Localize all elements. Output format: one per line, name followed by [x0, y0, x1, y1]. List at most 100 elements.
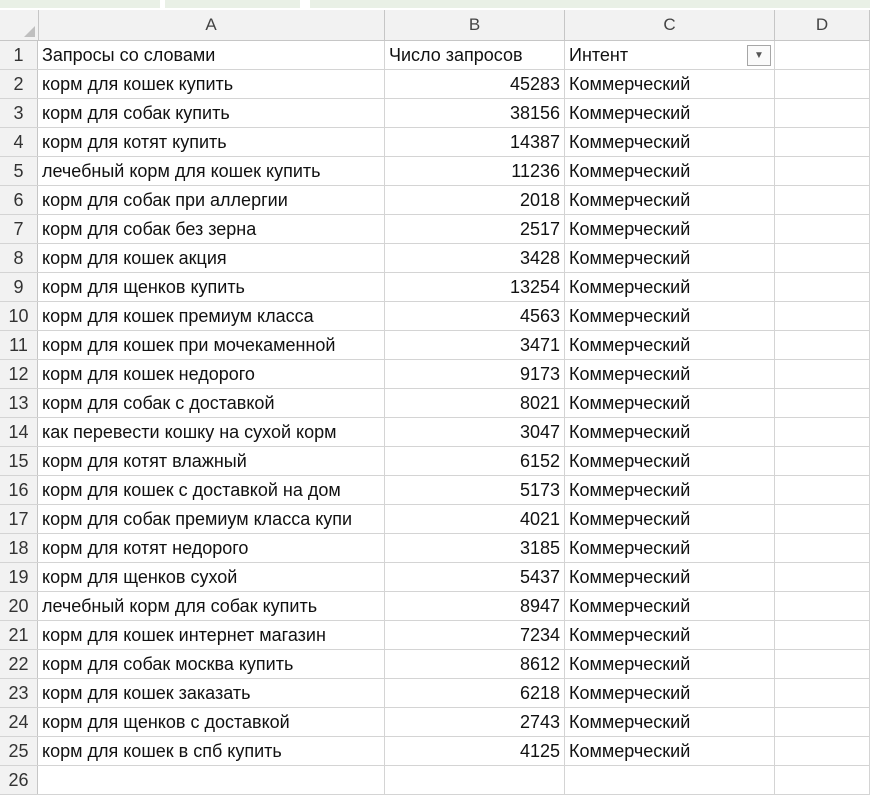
row-header[interactable]: 15 [0, 447, 38, 475]
cell-c[interactable]: Коммерческий [565, 592, 775, 620]
row-header[interactable]: 26 [0, 766, 38, 794]
cell-c[interactable]: Коммерческий [565, 418, 775, 446]
cell-b[interactable]: 4021 [385, 505, 565, 533]
cell-c[interactable]: Коммерческий [565, 215, 775, 243]
cell-b[interactable]: 2517 [385, 215, 565, 243]
cell-b[interactable]: 8947 [385, 592, 565, 620]
cell-d1[interactable] [775, 41, 870, 69]
cell-c[interactable]: Коммерческий [565, 737, 775, 765]
cell-c[interactable]: Коммерческий [565, 534, 775, 562]
row-header[interactable]: 6 [0, 186, 38, 214]
cell-b[interactable]: 3185 [385, 534, 565, 562]
row-header[interactable]: 16 [0, 476, 38, 504]
cell-d[interactable] [775, 157, 870, 185]
cell-a[interactable]: корм для котят купить [38, 128, 385, 156]
cell-a[interactable]: лечебный корм для собак купить [38, 592, 385, 620]
row-header[interactable]: 18 [0, 534, 38, 562]
row-header[interactable]: 10 [0, 302, 38, 330]
cell-b[interactable]: 3428 [385, 244, 565, 272]
cell-c[interactable]: Коммерческий [565, 244, 775, 272]
cell-d[interactable] [775, 737, 870, 765]
cell-c[interactable]: Коммерческий [565, 505, 775, 533]
cell-b[interactable]: 6152 [385, 447, 565, 475]
cell-c[interactable]: Коммерческий [565, 679, 775, 707]
cell-d[interactable] [775, 273, 870, 301]
cell-b[interactable]: 7234 [385, 621, 565, 649]
cell-a[interactable]: корм для собак без зерна [38, 215, 385, 243]
cell-d[interactable] [775, 215, 870, 243]
cell-c[interactable]: Коммерческий [565, 447, 775, 475]
cell-c[interactable]: Коммерческий [565, 186, 775, 214]
cell-d[interactable] [775, 360, 870, 388]
cell-a1[interactable]: Запросы со словами [38, 41, 385, 69]
row-header[interactable]: 14 [0, 418, 38, 446]
cell-d[interactable] [775, 592, 870, 620]
row-header[interactable]: 23 [0, 679, 38, 707]
cell-d[interactable] [775, 418, 870, 446]
row-header[interactable]: 20 [0, 592, 38, 620]
cell-b[interactable]: 5173 [385, 476, 565, 504]
cell-d[interactable] [775, 505, 870, 533]
cell-c[interactable]: Коммерческий [565, 128, 775, 156]
cell-c[interactable]: Коммерческий [565, 650, 775, 678]
cell-a[interactable]: корм для кошек заказать [38, 679, 385, 707]
cell-c[interactable]: Коммерческий [565, 708, 775, 736]
select-all-button[interactable] [0, 10, 39, 40]
cell-b[interactable]: 2018 [385, 186, 565, 214]
cell-d[interactable] [775, 70, 870, 98]
cell-d[interactable] [775, 389, 870, 417]
cell-a[interactable]: корм для собак с доставкой [38, 389, 385, 417]
cell-a[interactable]: корм для котят влажный [38, 447, 385, 475]
cell-d[interactable] [775, 679, 870, 707]
cell-a[interactable]: корм для кошек купить [38, 70, 385, 98]
cell-d[interactable] [775, 476, 870, 504]
cell-c[interactable]: Коммерческий [565, 563, 775, 591]
row-header[interactable]: 24 [0, 708, 38, 736]
cell-c[interactable] [565, 766, 775, 794]
cell-d[interactable] [775, 244, 870, 272]
cell-b[interactable]: 14387 [385, 128, 565, 156]
cell-a[interactable]: корм для собак премиум класса купи [38, 505, 385, 533]
cell-b[interactable]: 9173 [385, 360, 565, 388]
cell-b[interactable]: 4125 [385, 737, 565, 765]
row-header[interactable]: 7 [0, 215, 38, 243]
cell-b[interactable]: 13254 [385, 273, 565, 301]
cell-c[interactable]: Коммерческий [565, 302, 775, 330]
cell-c[interactable]: Коммерческий [565, 331, 775, 359]
row-header[interactable]: 25 [0, 737, 38, 765]
cell-d[interactable] [775, 302, 870, 330]
cell-c[interactable]: Коммерческий [565, 157, 775, 185]
row-header[interactable]: 8 [0, 244, 38, 272]
cell-c[interactable]: Коммерческий [565, 360, 775, 388]
row-header[interactable]: 3 [0, 99, 38, 127]
cell-d[interactable] [775, 186, 870, 214]
cell-d[interactable] [775, 563, 870, 591]
cell-b[interactable]: 5437 [385, 563, 565, 591]
cell-a[interactable]: корм для щенков с доставкой [38, 708, 385, 736]
cell-d[interactable] [775, 534, 870, 562]
cell-d[interactable] [775, 128, 870, 156]
column-header-b[interactable]: B [385, 10, 565, 40]
cell-b[interactable]: 45283 [385, 70, 565, 98]
cell-c[interactable]: Коммерческий [565, 476, 775, 504]
row-header[interactable]: 19 [0, 563, 38, 591]
cell-a[interactable]: корм для кошек при мочекаменной [38, 331, 385, 359]
cell-a[interactable]: корм для кошек недорого [38, 360, 385, 388]
cell-c[interactable]: Коммерческий [565, 99, 775, 127]
cell-b[interactable]: 3047 [385, 418, 565, 446]
cell-a[interactable]: корм для кошек интернет магазин [38, 621, 385, 649]
column-header-a[interactable]: A [38, 10, 385, 40]
row-header[interactable]: 5 [0, 157, 38, 185]
column-header-d[interactable]: D [775, 10, 870, 40]
cell-c[interactable]: Коммерческий [565, 621, 775, 649]
cell-b[interactable]: 38156 [385, 99, 565, 127]
row-header[interactable]: 22 [0, 650, 38, 678]
cell-a[interactable]: корм для собак купить [38, 99, 385, 127]
cell-a[interactable]: корм для кошек акция [38, 244, 385, 272]
row-header[interactable]: 12 [0, 360, 38, 388]
cell-a[interactable]: корм для собак при аллергии [38, 186, 385, 214]
cell-d[interactable] [775, 447, 870, 475]
cell-b[interactable]: 4563 [385, 302, 565, 330]
cell-d[interactable] [775, 621, 870, 649]
cell-c[interactable]: Коммерческий [565, 389, 775, 417]
